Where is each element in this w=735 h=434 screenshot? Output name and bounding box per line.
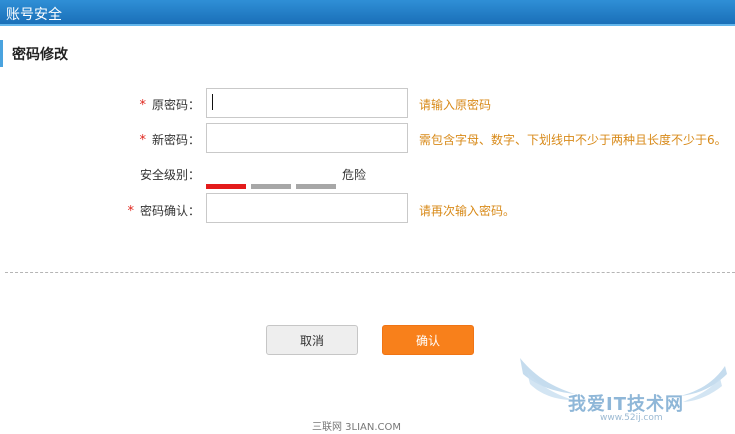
section-header: 密码修改 [0, 40, 300, 67]
window-title: 账号安全 [6, 7, 62, 23]
title-bar: 账号安全 [0, 0, 735, 26]
required-mark: * [139, 133, 146, 148]
strength-level-text: 危险 [342, 168, 367, 182]
new-password-input[interactable] [206, 123, 408, 153]
new-password-label: * 新密码： [139, 133, 200, 148]
strength-bar-3 [296, 184, 336, 189]
divider [5, 272, 735, 273]
confirm-password-input[interactable] [206, 193, 408, 223]
old-password-input[interactable] [206, 88, 408, 118]
required-mark: * [127, 204, 134, 219]
confirm-button[interactable]: 确认 [382, 325, 474, 355]
strength-bar-1 [206, 184, 246, 189]
confirm-password-hint: 请再次输入密码。 [419, 204, 516, 218]
footer-text: 三联网 3LIAN.COM [312, 422, 402, 433]
old-password-label: * 原密码： [139, 98, 200, 113]
strength-label: 安全级别： [139, 168, 200, 182]
old-password-hint: 请输入原密码 [419, 98, 492, 112]
new-password-hint: 需包含字母、数字、下划线中不少于两种且长度不少于6。 [419, 133, 727, 147]
section-title: 密码修改 [12, 47, 68, 63]
required-mark: * [139, 98, 146, 113]
cancel-button[interactable]: 取消 [266, 325, 358, 355]
text-caret [212, 94, 213, 110]
confirm-password-label: * 密码确认： [127, 204, 200, 219]
watermark-url: www.52ij.com [600, 413, 663, 423]
strength-bar-2 [251, 184, 291, 189]
